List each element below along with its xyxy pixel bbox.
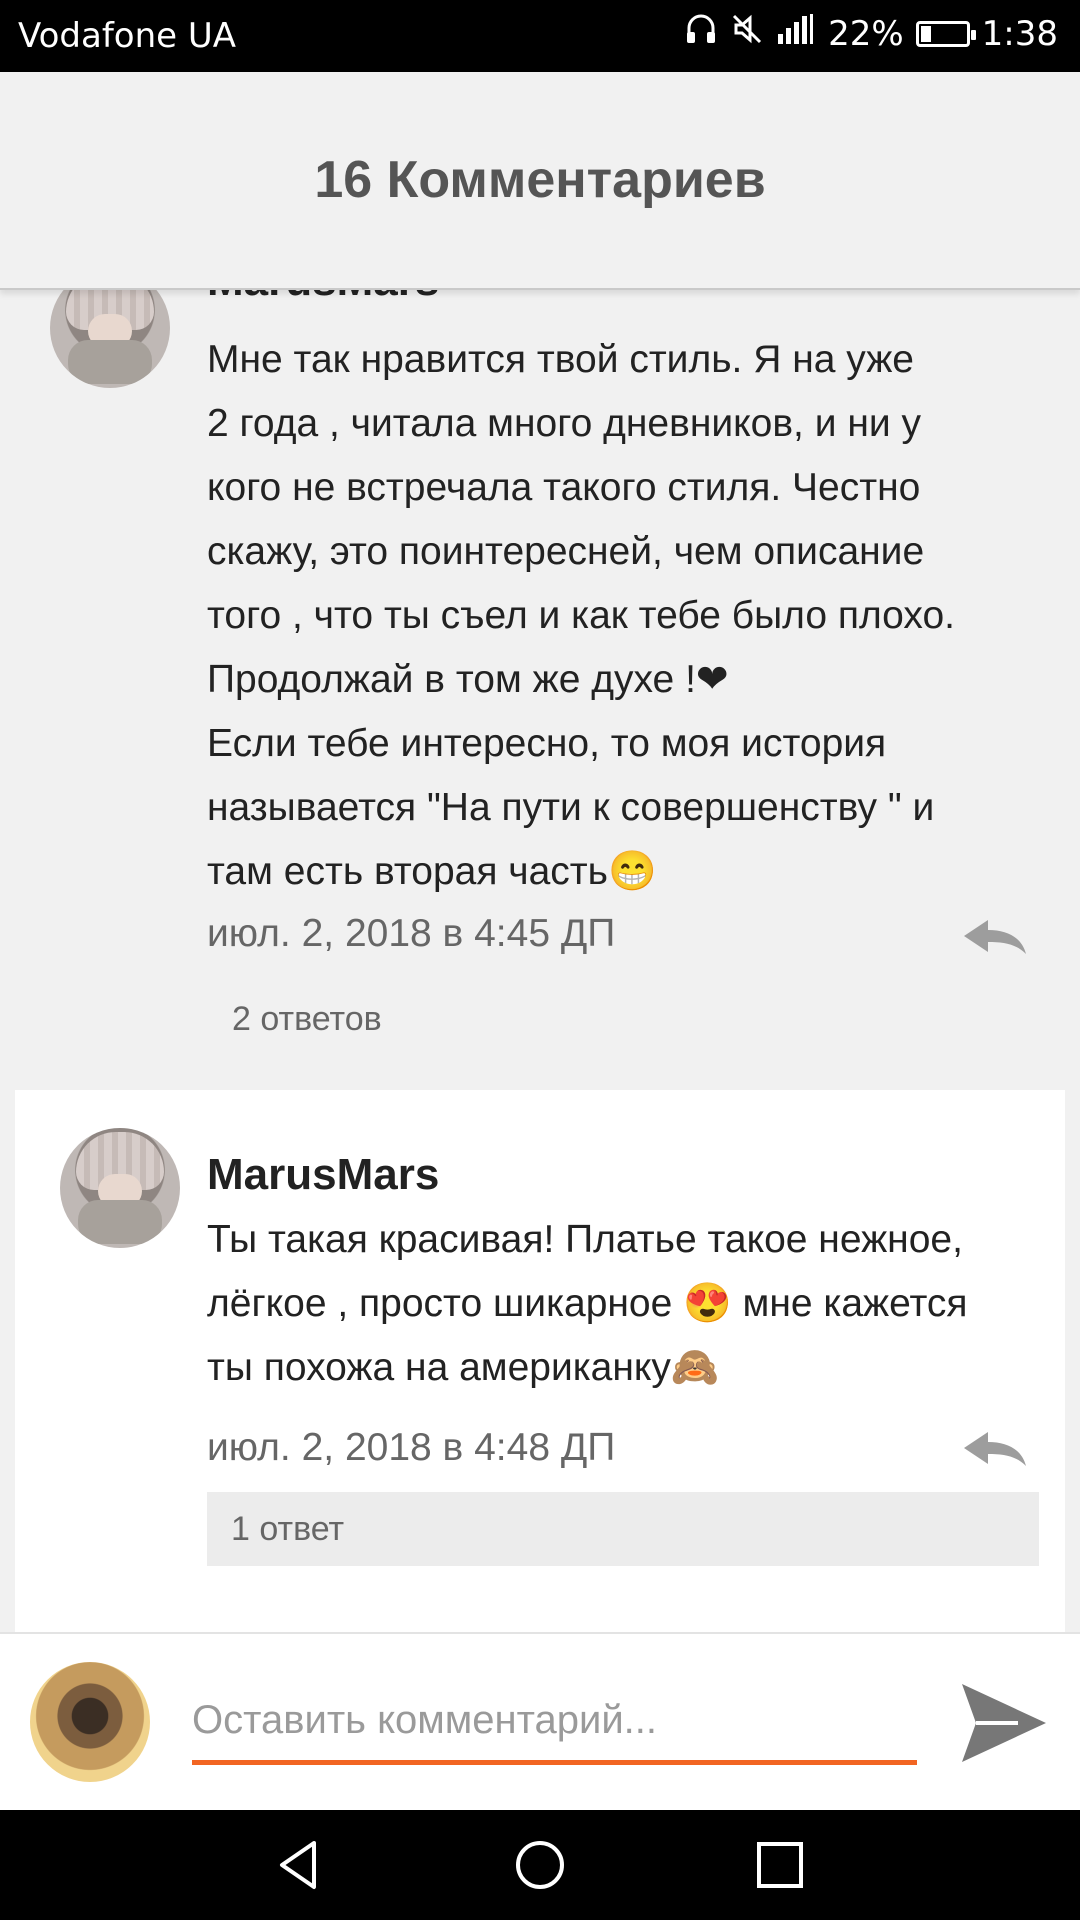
status-icons: 22% 1:38 bbox=[684, 12, 1058, 55]
send-button[interactable] bbox=[958, 1680, 1050, 1766]
replies-link[interactable]: 2 ответов bbox=[232, 1000, 382, 1039]
battery-percent: 22% bbox=[828, 13, 904, 54]
comment-date: июл. 2, 2018 в 4:45 ДП bbox=[207, 912, 616, 955]
headphones-icon bbox=[684, 12, 718, 55]
comment-input[interactable] bbox=[192, 1680, 917, 1765]
recents-icon[interactable] bbox=[750, 1835, 810, 1895]
clock: 1:38 bbox=[981, 13, 1058, 54]
reply-icon[interactable] bbox=[960, 914, 1032, 962]
comments-header: 16 Комментариев bbox=[0, 72, 1080, 290]
avatar[interactable] bbox=[50, 288, 170, 388]
battery-icon bbox=[915, 20, 976, 47]
back-icon[interactable] bbox=[270, 1835, 330, 1895]
carrier-name: Vodafone UA bbox=[18, 16, 237, 56]
navigation-bar bbox=[0, 1810, 1080, 1920]
comment-text: Мне так нравится твой стиль. Я на уже 2 … bbox=[207, 338, 956, 893]
signal-icon bbox=[776, 12, 816, 55]
reply-icon[interactable] bbox=[960, 1426, 1032, 1474]
comment-composer bbox=[0, 1632, 1080, 1812]
comment-author[interactable]: MarusMars bbox=[207, 288, 439, 306]
comment-author[interactable]: MarusMars bbox=[207, 1150, 439, 1200]
replies-button[interactable]: 1 ответ bbox=[207, 1492, 1039, 1566]
page-title: 16 Комментариев bbox=[314, 151, 766, 209]
comments-list[interactable]: MarusMars Мне так нравится твой стиль. Я… bbox=[0, 288, 1080, 1632]
mute-icon bbox=[730, 12, 764, 55]
comment-text: Ты такая красивая! Платье такое нежное, … bbox=[207, 1218, 968, 1389]
comment-date: июл. 2, 2018 в 4:48 ДП bbox=[207, 1426, 616, 1469]
user-avatar bbox=[30, 1662, 150, 1782]
avatar[interactable] bbox=[60, 1128, 180, 1248]
replies-label: 1 ответ bbox=[231, 1509, 345, 1548]
status-bar: Vodafone UA 22% 1:38 bbox=[0, 0, 1080, 72]
comment-item: MarusMars Ты такая красивая! Платье тако… bbox=[15, 1090, 1065, 1632]
home-icon[interactable] bbox=[510, 1835, 570, 1895]
